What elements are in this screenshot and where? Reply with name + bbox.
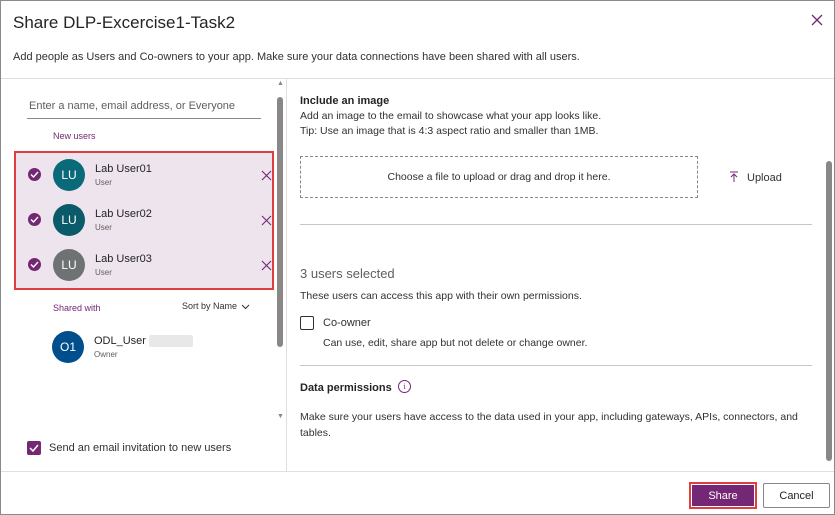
user-role: User <box>95 223 112 232</box>
user-name: Lab User03 <box>95 253 152 265</box>
dialog-title: Share DLP-Excercise1-Task2 <box>13 13 236 32</box>
shared-with-label: Shared with <box>53 303 101 313</box>
user-name: Lab User02 <box>95 208 152 220</box>
avatar: O1 <box>52 331 84 363</box>
sort-by-dropdown[interactable]: Sort by Name <box>182 301 250 311</box>
people-pane: New users LU Lab User01 User LU Lab User… <box>1 79 287 471</box>
avatar: LU <box>53 249 85 281</box>
user-role: User <box>95 268 112 277</box>
footer-divider <box>1 471 834 472</box>
upload-button[interactable]: Upload <box>729 171 782 184</box>
selected-desc: These users can access this app with the… <box>300 290 582 302</box>
settings-scrollbar[interactable] <box>826 161 832 461</box>
upload-icon <box>730 171 738 182</box>
new-user-row[interactable]: LU Lab User03 User <box>16 243 272 288</box>
email-invite-label: Send an email invitation to new users <box>49 442 232 454</box>
coowner-label: Co-owner <box>323 317 371 329</box>
new-users-list: LU Lab User01 User LU Lab User02 User LU… <box>14 151 274 290</box>
chevron-down-icon <box>241 304 250 309</box>
share-dialog: Share DLP-Excercise1-Task2 Add people as… <box>0 0 835 515</box>
close-icon[interactable] <box>810 13 826 29</box>
new-user-row[interactable]: LU Lab User01 User <box>16 153 272 198</box>
new-users-label: New users <box>53 131 96 141</box>
user-role: User <box>95 178 112 187</box>
cancel-button[interactable]: Cancel <box>763 483 830 508</box>
user-name: Lab User01 <box>95 163 152 175</box>
data-permissions-desc: Make sure your users have access to the … <box>300 411 798 439</box>
data-permissions-title: Data permissions <box>300 382 392 394</box>
include-image-desc: Add an image to the email to showcase wh… <box>300 110 602 122</box>
user-role: Owner <box>94 350 118 359</box>
checkbox-checked-icon[interactable] <box>27 441 41 455</box>
remove-user-icon[interactable] <box>261 168 273 181</box>
coowner-checkbox[interactable] <box>300 316 314 330</box>
section-divider <box>300 224 812 225</box>
people-search-input[interactable] <box>27 93 261 119</box>
scrollbar-thumb[interactable] <box>277 97 283 347</box>
include-image-title: Include an image <box>300 95 390 107</box>
info-icon[interactable]: i <box>398 380 411 393</box>
image-dropzone[interactable]: Choose a file to upload or drag and drop… <box>300 156 698 198</box>
section-divider <box>300 365 812 366</box>
user-name: ODL_User <box>94 335 146 347</box>
selected-check-icon[interactable] <box>28 258 41 271</box>
selected-check-icon[interactable] <box>28 213 41 226</box>
dialog-subtitle: Add people as Users and Co-owners to you… <box>13 51 580 63</box>
settings-pane: Include an image Add an image to the ema… <box>288 79 834 471</box>
remove-user-icon[interactable] <box>261 258 273 271</box>
avatar: LU <box>53 204 85 236</box>
upload-label: Upload <box>747 172 782 184</box>
redacted-region <box>149 335 193 347</box>
selected-count: 3 users selected <box>300 266 395 281</box>
include-image-tip: Tip: Use an image that is 4:3 aspect rat… <box>300 125 599 137</box>
scroll-up-arrow-icon[interactable]: ▲ <box>277 80 284 87</box>
avatar: LU <box>53 159 85 191</box>
people-scrollbar[interactable] <box>277 87 283 422</box>
scroll-down-arrow-icon[interactable]: ▼ <box>277 413 284 420</box>
new-user-row[interactable]: LU Lab User02 User <box>16 198 272 243</box>
dropzone-text: Choose a file to upload or drag and drop… <box>387 171 611 183</box>
remove-user-icon[interactable] <box>261 213 273 226</box>
selected-check-icon[interactable] <box>28 168 41 181</box>
sort-label: Sort by Name <box>182 301 238 311</box>
coowner-desc: Can use, edit, share app but not delete … <box>323 337 588 349</box>
share-button[interactable]: Share <box>689 482 757 509</box>
